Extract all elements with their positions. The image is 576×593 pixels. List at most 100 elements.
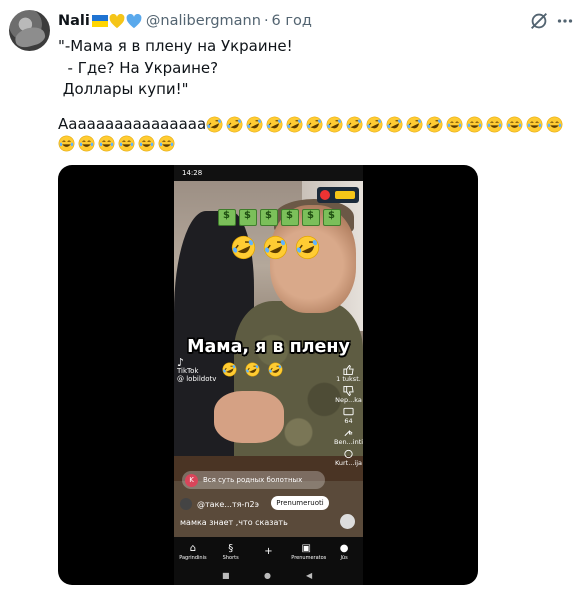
rolling-laugh-icon — [246, 116, 263, 133]
thumbs-up-icon — [343, 365, 354, 375]
record-badge-icon — [317, 187, 359, 203]
display-name[interactable]: Nali — [58, 13, 90, 29]
money-bill-icon — [218, 209, 236, 226]
rolling-laugh-icon — [263, 235, 288, 260]
money-bill-icon — [239, 209, 257, 226]
like-count: 1 tukst. — [336, 375, 361, 383]
nav-icon: + — [264, 546, 273, 557]
tweet: Nali @nalibergmann · 6 год "-Мама я в пл… — [0, 0, 576, 593]
grin-sweat-icon — [118, 135, 135, 152]
avatar[interactable] — [9, 10, 50, 51]
nav-item[interactable]: ▣ Prenumeratos — [291, 543, 327, 561]
phone-screenshot: 14:28 Мама, я в плену ♪ T — [174, 165, 363, 585]
nav-label: Prenumeratos — [291, 555, 327, 561]
rolling-laugh-icon — [386, 116, 403, 133]
rolling-laugh-icon — [266, 116, 283, 133]
blue-heart-icon — [126, 13, 142, 28]
video-description: мамка знает ,что сказать — [180, 518, 288, 527]
money-bill-icon — [281, 209, 299, 226]
sound-avatar[interactable] — [340, 514, 355, 529]
clasped-hands — [214, 391, 284, 443]
tiktok-watermark: ♪ TikTok @ lobildotv — [177, 356, 217, 383]
emoji-row — [206, 116, 566, 133]
back-icon[interactable]: ◀ — [306, 571, 312, 580]
rolling-laugh-icon — [226, 116, 243, 133]
subscribe-button[interactable]: Prenumeruoti — [271, 496, 329, 510]
money-bill-icon — [260, 209, 278, 226]
grin-sweat-icon — [58, 135, 75, 152]
nav-icon: § — [228, 543, 234, 554]
money-bill-icon — [302, 209, 320, 226]
tweet-laugh-line: Аааааааааааааааа — [58, 114, 566, 135]
grin-sweat-icon — [98, 135, 115, 152]
rolling-laugh-icon — [406, 116, 423, 133]
rolling-laugh-icon — [326, 116, 343, 133]
laugh-text: Аааааааааааааааа — [58, 115, 207, 133]
grin-sweat-icon — [526, 116, 543, 133]
comment-count: 64 — [344, 417, 353, 425]
recent-apps-icon[interactable]: ■ — [222, 571, 230, 580]
remix-icon — [344, 449, 353, 459]
nav-label: Jūs — [340, 555, 348, 561]
remix-button[interactable]: Kurt...ija — [334, 449, 363, 470]
nav-label: Shorts — [222, 555, 239, 561]
grin-sweat-icon — [446, 116, 463, 133]
nav-item[interactable]: § Shorts — [216, 543, 246, 561]
comments-button[interactable]: 64 — [334, 407, 363, 428]
money-bill-icon — [323, 209, 341, 226]
rolling-laugh-icon — [222, 362, 237, 377]
grin-sweat-icon — [546, 116, 563, 133]
share-icon — [344, 430, 353, 437]
dislike-label: Nep...ka — [335, 396, 362, 404]
separator-dot: · — [263, 13, 269, 29]
dislike-button[interactable]: Nep...ka — [334, 386, 363, 407]
video-caption: Мама, я в плену — [187, 337, 350, 357]
action-sidebar: 1 tukst. Nep...ka 64 Ben...inti Kurt...i… — [334, 365, 363, 470]
nav-item[interactable]: ⌂ Pagrindinis — [178, 543, 208, 561]
emoji-row-2 — [58, 135, 178, 152]
handle[interactable]: @nalibergmann — [146, 13, 261, 29]
remix-label: Kurt...ija — [334, 459, 363, 467]
timestamp[interactable]: 6 год — [272, 13, 312, 29]
comment-prompt[interactable]: K Вся суть родных болотных — [182, 471, 325, 489]
rolling-laugh-icon — [206, 116, 223, 133]
rolling-laugh-icon — [245, 362, 260, 377]
nav-item[interactable]: + — [253, 546, 283, 558]
grin-sweat-icon — [486, 116, 503, 133]
more-options-icon[interactable] — [554, 10, 576, 32]
rolling-laugh-icon — [306, 116, 323, 133]
status-bar: 14:28 — [174, 165, 363, 181]
share-label: Ben...inti — [334, 438, 363, 446]
tiktok-user: @ lobildotv — [177, 375, 217, 383]
system-navigation: ■ ● ◀ — [174, 567, 363, 585]
channel-avatar — [180, 498, 192, 510]
channel-info[interactable]: @таке...тя-п2э — [180, 498, 259, 510]
grok-icon[interactable] — [528, 10, 550, 32]
share-button[interactable]: Ben...inti — [334, 428, 363, 449]
rolling-laugh-icon — [231, 235, 256, 260]
laugh-emoji-row — [231, 235, 327, 260]
grin-sweat-icon — [466, 116, 483, 133]
yellow-heart-icon — [109, 13, 125, 28]
money-emoji-row — [218, 209, 344, 226]
tweet-header: Nali @nalibergmann · 6 год — [58, 11, 312, 31]
rolling-laugh-icon — [295, 235, 320, 260]
video-media[interactable]: 14:28 Мама, я в плену ♪ T — [58, 165, 478, 585]
bottom-navigation: ⌂ Pagrindinis § Shorts + ▣ Prenumeratos ● Jūs — [174, 537, 363, 567]
rolling-laugh-icon — [286, 116, 303, 133]
ukraine-flag-icon — [91, 15, 108, 27]
comment-icon — [343, 407, 354, 416]
like-button[interactable]: 1 tukst. — [334, 365, 363, 386]
status-time: 14:28 — [182, 169, 203, 177]
channel-name: @таке...тя-п2э — [197, 499, 260, 509]
tiktok-icon: ♪ — [177, 356, 185, 369]
grin-sweat-icon — [78, 135, 95, 152]
nav-icon: ▣ — [301, 543, 311, 554]
home-icon[interactable]: ● — [264, 571, 271, 580]
comment-prompt-text: Вся суть родных болотных — [203, 476, 303, 484]
nav-icon: ⌂ — [189, 543, 197, 554]
tiktok-label: TikTok — [177, 367, 199, 375]
nav-item[interactable]: ● Jūs — [329, 543, 359, 561]
comment-badge: K — [185, 473, 198, 487]
rolling-laugh-icon — [346, 116, 363, 133]
